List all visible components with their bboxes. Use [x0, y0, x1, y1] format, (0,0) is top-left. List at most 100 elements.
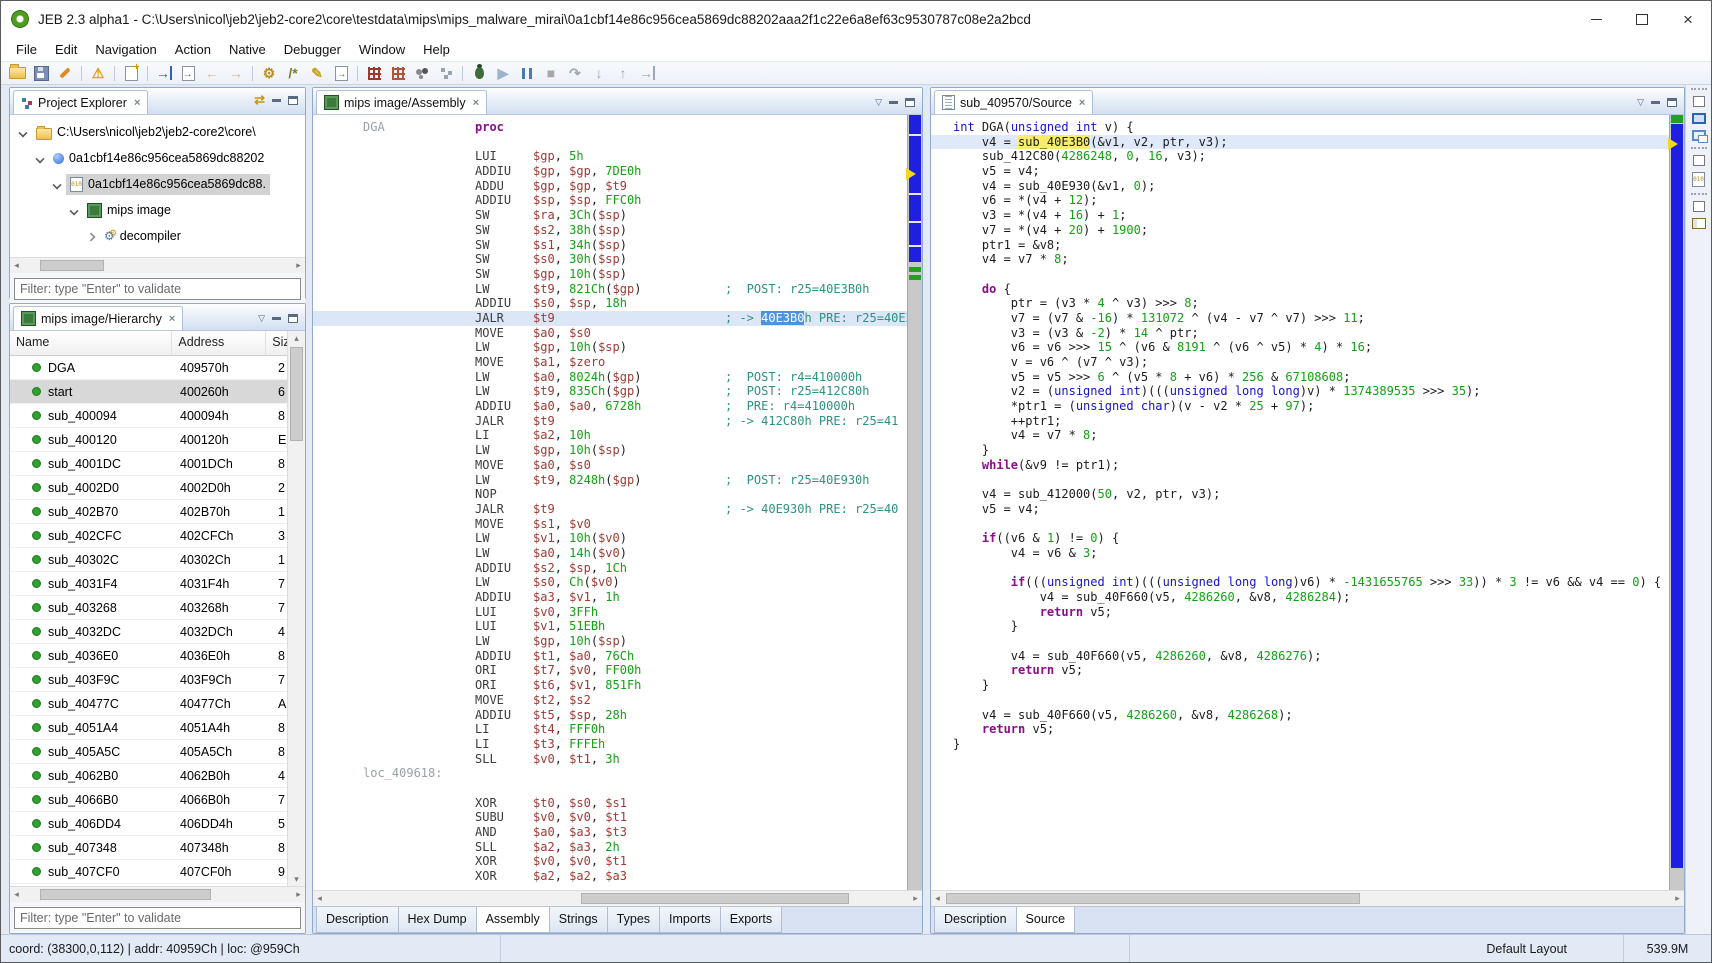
maximize-panel-icon[interactable] — [1667, 98, 1677, 107]
source-line[interactable]: v4 = sub_40E3B0(&v1, v2, ptr, v3); — [931, 135, 1684, 150]
console-view-icon[interactable] — [1692, 113, 1706, 124]
restore-view-icon[interactable] — [1693, 155, 1705, 166]
table-row[interactable]: sub_4036E04036E0h8 — [10, 644, 305, 668]
asm-line[interactable]: ADDIU$sp, $sp, FFC0h — [313, 193, 922, 208]
minimize-panel-icon[interactable] — [272, 99, 281, 102]
asm-line[interactable]: ADDU$gp, $gp, $t9 — [313, 179, 922, 194]
asm-line[interactable]: LW$t9, 835Ch($gp); POST: r25=412C80h — [313, 384, 922, 399]
menu-action[interactable]: Action — [166, 40, 220, 59]
source-line[interactable]: v4 = v6 & 3; — [931, 546, 1684, 561]
asm-line[interactable]: ORI$t7, $v0, FF00h — [313, 663, 922, 678]
maximize-panel-icon[interactable] — [288, 314, 298, 323]
asm-line[interactable]: NOP — [313, 487, 922, 502]
debugger-stop-icon[interactable]: ■ — [540, 63, 562, 83]
step-out-icon[interactable]: ↑ — [612, 63, 634, 83]
view-menu-icon[interactable]: ▽ — [1637, 97, 1644, 108]
source-line[interactable]: } — [931, 443, 1684, 458]
table-row[interactable]: sub_400094400094h8 — [10, 404, 305, 428]
asm-line[interactable]: SLL$a2, $a3, 2h — [313, 840, 922, 855]
hex-view-icon[interactable]: 010 — [1692, 172, 1705, 187]
asm-line[interactable]: ADDIU$a0, $a0, 6728h; PRE: r4=410000h — [313, 399, 922, 414]
source-line[interactable]: return v5; — [931, 722, 1684, 737]
source-line[interactable] — [931, 561, 1684, 576]
menu-debugger[interactable]: Debugger — [275, 40, 350, 59]
asm-line[interactable]: ADDIU$gp, $gp, 7DE0h — [313, 164, 922, 179]
tab-exports[interactable]: Exports — [720, 907, 782, 933]
new-view-icon[interactable] — [120, 63, 142, 83]
asm-line[interactable]: ADDIU$t5, $sp, 28h — [313, 708, 922, 723]
source-line[interactable]: v6 = v6 >>> 15 ^ (v6 & 8191 ^ (v6 ^ v5) … — [931, 340, 1684, 355]
expand-caret-icon[interactable] — [86, 232, 95, 241]
asm-line[interactable]: ADDIU$t1, $a0, 76Ch — [313, 649, 922, 664]
project-filter-input[interactable] — [14, 278, 301, 300]
xrefs-edit-grid-icon[interactable] — [387, 63, 409, 83]
goto-artifact-icon[interactable] — [177, 63, 199, 83]
menu-navigation[interactable]: Navigation — [86, 40, 165, 59]
source-line[interactable]: v7 = *(v4 + 20) + 1900; — [931, 223, 1684, 238]
tab-types[interactable]: Types — [607, 907, 660, 933]
scroll-right-icon[interactable]: ▸ — [292, 888, 305, 901]
asm-line[interactable]: MOVE$a0, $s0 — [313, 458, 922, 473]
source-line[interactable] — [931, 267, 1684, 282]
layout-view-icon[interactable] — [1692, 218, 1706, 229]
source-line[interactable]: v4 = sub_40F660(v5, 4286260, &v8, 428626… — [931, 708, 1684, 723]
hierarchy-vscrollbar[interactable]: ▴ ▾ — [287, 331, 305, 886]
alerts-icon[interactable]: ⚠ — [87, 63, 109, 83]
tab-description[interactable]: Description — [934, 907, 1017, 933]
scroll-left-icon[interactable]: ◂ — [931, 892, 944, 905]
save-icon[interactable] — [30, 63, 52, 83]
asm-line[interactable]: SLL$v0, $t1, 3h — [313, 752, 922, 767]
table-row[interactable]: sub_407CF0407CF0h9 — [10, 860, 305, 884]
source-line[interactable]: do { — [931, 282, 1684, 297]
tab-assembly[interactable]: mips image/Assembly × — [316, 90, 487, 114]
table-row[interactable]: sub_4002D04002D0h2 — [10, 476, 305, 500]
tab-assembly[interactable]: Assembly — [476, 907, 550, 933]
source-line[interactable]: } — [931, 619, 1684, 634]
maximize-panel-icon[interactable] — [288, 96, 298, 105]
navigate-back-icon[interactable]: ← — [201, 63, 223, 83]
asm-line[interactable]: LW$a0, 14h($v0) — [313, 546, 922, 561]
source-line[interactable]: v4 = v7 * 8; — [931, 252, 1684, 267]
table-row[interactable]: sub_4032DC4032DCh4 — [10, 620, 305, 644]
scroll-down-icon[interactable]: ▾ — [288, 872, 305, 886]
asm-line[interactable] — [313, 781, 922, 796]
link-editor-icon[interactable]: ⇄ — [254, 92, 265, 108]
window-close-button[interactable]: × — [1665, 1, 1711, 37]
table-row[interactable]: sub_406DD4406DD4h5 — [10, 812, 305, 836]
decompile-gears-icon[interactable]: ⚙ — [258, 63, 280, 83]
asm-line[interactable]: LUI$v0, 3FFh — [313, 605, 922, 620]
source-line[interactable]: sub_412C80(4286248, 0, 16, v3); — [931, 149, 1684, 164]
asm-line[interactable]: SW$s2, 38h($sp) — [313, 223, 922, 238]
rename-pencil-icon[interactable]: ✎ — [306, 63, 328, 83]
maximize-panel-icon[interactable] — [905, 98, 915, 107]
source-line[interactable]: } — [931, 678, 1684, 693]
collapse-caret-icon[interactable] — [18, 128, 27, 137]
close-icon[interactable]: × — [473, 97, 479, 109]
source-line[interactable]: if((v6 & 1) != 0) { — [931, 531, 1684, 546]
tab-strings[interactable]: Strings — [549, 907, 608, 933]
asm-line[interactable]: ORI$t6, $v1, 851Fh — [313, 678, 922, 693]
callers-icon[interactable] — [411, 63, 433, 83]
table-row[interactable]: sub_400120400120hE — [10, 428, 305, 452]
source-line[interactable]: v5 = v5 >>> 6 ^ (v5 * 8 + v6) * 256 & 67… — [931, 370, 1684, 385]
minimize-panel-icon[interactable] — [1651, 101, 1660, 104]
asm-line[interactable]: ADDIU$a3, $v1, 1h — [313, 590, 922, 605]
collapse-caret-icon[interactable] — [52, 180, 61, 189]
column-header-name[interactable]: Name — [10, 331, 172, 355]
tree-item-decompiler[interactable]: ⚙decompiler — [10, 223, 305, 249]
tab-source[interactable]: Source — [1016, 907, 1076, 933]
table-row[interactable]: sub_402CFC402CFCh3 — [10, 524, 305, 548]
asm-line[interactable]: LI$t3, FFFEh — [313, 737, 922, 752]
project-tree-hscrollbar[interactable]: ◂ ▸ — [10, 257, 305, 273]
source-line[interactable]: v3 = *(v4 + 16) + 1; — [931, 208, 1684, 223]
source-overview-ruler[interactable] — [1669, 115, 1684, 890]
table-row[interactable]: sub_4001DC4001DCh8 — [10, 452, 305, 476]
menu-file[interactable]: File — [7, 40, 46, 59]
assembly-hscrollbar[interactable]: ◂ ▸ — [313, 890, 922, 906]
asm-line[interactable]: LW$gp, 10h($sp) — [313, 340, 922, 355]
step-into-icon[interactable]: ↓ — [588, 63, 610, 83]
asm-line[interactable]: XOR$v0, $v0, $t1 — [313, 854, 922, 869]
goto-address-icon[interactable]: → — [153, 63, 175, 83]
tree-item-0a1cbf14e86c956cea58[interactable]: 0a1cbf14e86c956cea5869dc88202 — [10, 145, 305, 171]
step-over-icon[interactable]: ↷ — [564, 63, 586, 83]
